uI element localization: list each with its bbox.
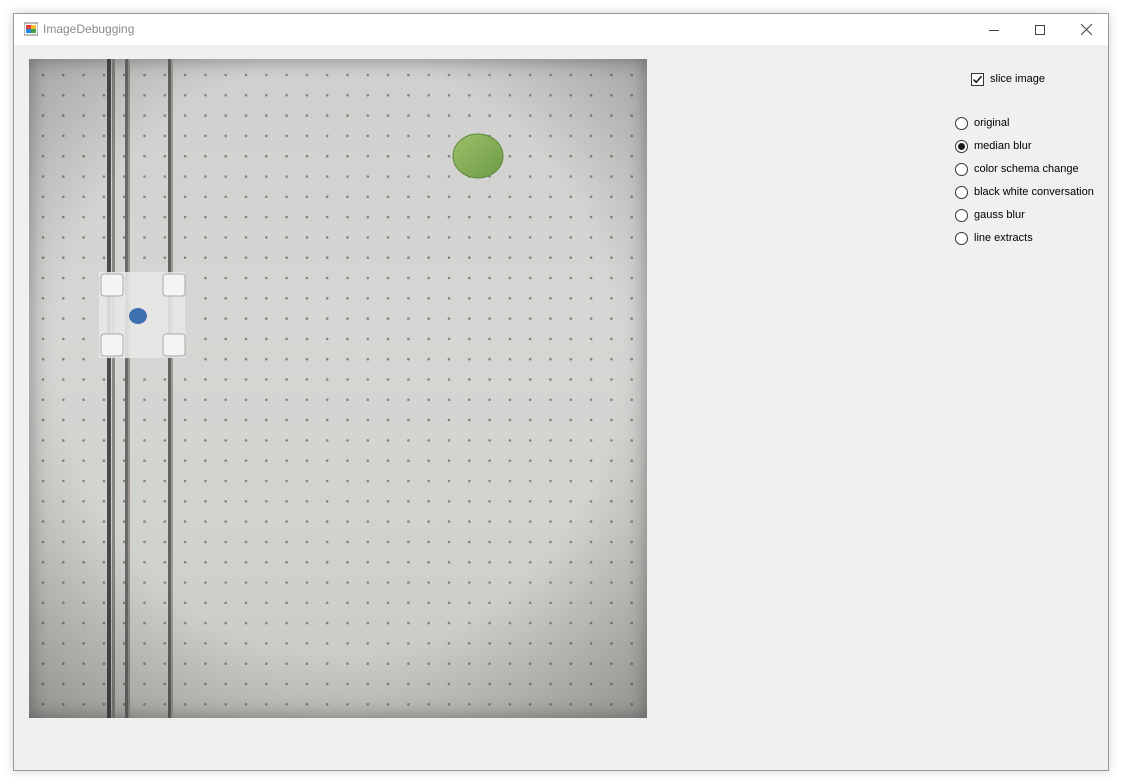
radio-label: median blur bbox=[974, 140, 1032, 152]
radio-label: gauss blur bbox=[974, 209, 1025, 221]
radio-label: line extracts bbox=[974, 232, 1033, 244]
app-window: ImageDebugging slice image original medi… bbox=[13, 13, 1109, 771]
radio-label: original bbox=[974, 117, 1010, 129]
radio-label: color schema change bbox=[974, 163, 1079, 175]
radio-button[interactable] bbox=[955, 162, 968, 176]
radio-option-line-extracts[interactable]: line extracts bbox=[955, 231, 1033, 245]
radio-label: black white conversation bbox=[974, 186, 1094, 198]
radio-selected-dot bbox=[958, 142, 965, 150]
slice-image-checkbox[interactable] bbox=[971, 72, 984, 86]
radio-button[interactable] bbox=[955, 231, 968, 245]
radio-option-median-blur[interactable]: median blur bbox=[955, 139, 1031, 153]
radio-option-original[interactable]: original bbox=[955, 116, 1009, 130]
radio-option-color-schema-change[interactable]: color schema change bbox=[955, 162, 1079, 176]
radio-button[interactable] bbox=[955, 208, 968, 222]
slice-image-label: slice image bbox=[990, 73, 1046, 85]
radio-button[interactable] bbox=[955, 185, 968, 199]
options-panel: slice image original median blur color sch… bbox=[14, 14, 1108, 770]
slice-image-option[interactable]: slice image bbox=[971, 72, 1045, 86]
radio-button[interactable] bbox=[955, 139, 968, 153]
radio-option-gauss-blur[interactable]: gauss blur bbox=[955, 208, 1025, 222]
radio-option-black-white-conversation[interactable]: black white conversation bbox=[955, 185, 1094, 199]
radio-button[interactable] bbox=[955, 116, 968, 130]
checkmark-icon bbox=[972, 75, 983, 83]
